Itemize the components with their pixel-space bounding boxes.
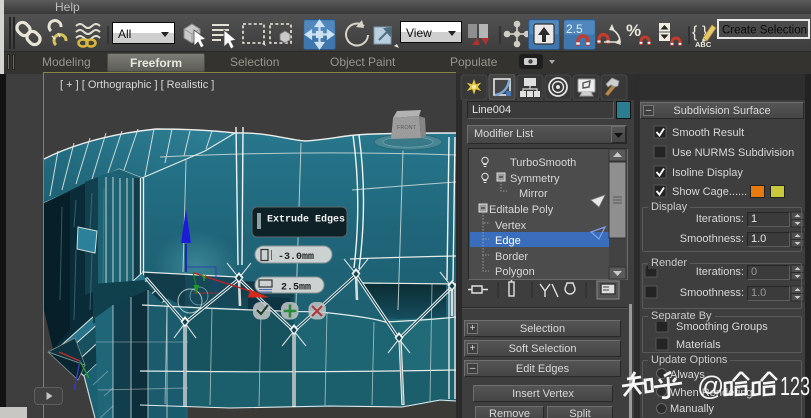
- svg-text:-3.0mm: -3.0mm: [278, 252, 314, 263]
- svg-text:Y: Y: [201, 273, 207, 283]
- svg-text:Extrude Edges: Extrude Edges: [267, 214, 345, 226]
- svg-text:@: @: [697, 371, 724, 400]
- svg-text:View: View: [406, 26, 432, 40]
- svg-text:All: All: [118, 27, 131, 41]
- svg-text:{: {: [692, 24, 698, 41]
- svg-text:%: %: [626, 21, 641, 40]
- svg-text:2.5: 2.5: [566, 22, 583, 36]
- svg-text:FRONT: FRONT: [397, 125, 417, 131]
- svg-text:123: 123: [780, 371, 810, 400]
- svg-text:Create Selection S: Create Selection S: [722, 25, 811, 37]
- svg-text:2.5mm: 2.5mm: [281, 283, 311, 294]
- svg-text:ABC: ABC: [695, 40, 712, 49]
